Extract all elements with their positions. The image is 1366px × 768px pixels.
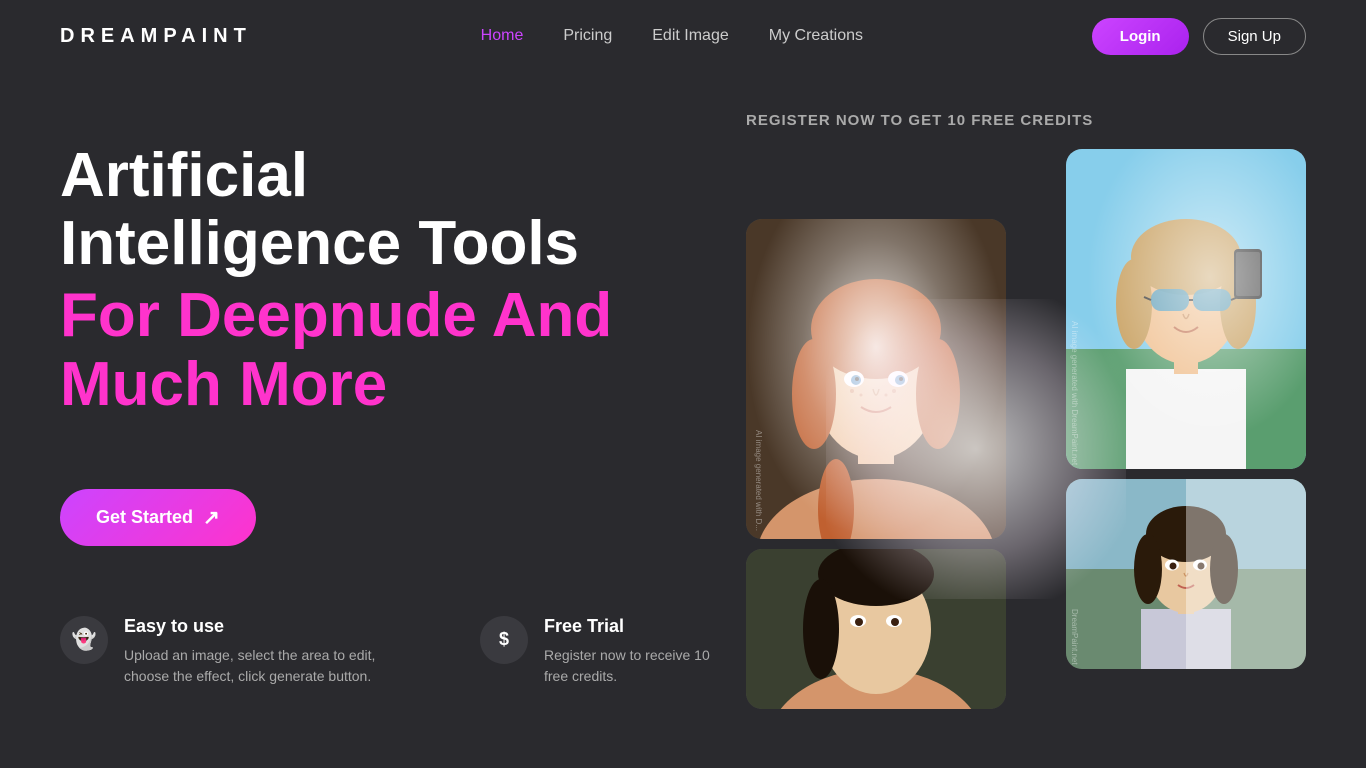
nav-link-edit-image[interactable]: Edit Image [652,27,728,44]
center-image-svg [746,219,1006,539]
nav-link-my-creations[interactable]: My Creations [769,27,863,44]
bottom-center-image-svg [746,549,1006,709]
nav-link-home[interactable]: Home [481,27,524,44]
watermark-bottom-right: DreamPaint.net [1070,609,1079,665]
watermark-top-right: AI image generated with DreamPaint.net [1070,321,1079,465]
ghost-icon: 👻 [60,616,108,664]
top-right-image-svg [1066,149,1306,469]
arrow-icon: ↗ [203,505,220,530]
nav-link-pricing[interactable]: Pricing [563,27,612,44]
image-card-top-right: AI image generated with DreamPaint.net [1066,149,1306,469]
nav-item-pricing[interactable]: Pricing [563,27,612,45]
get-started-button[interactable]: Get Started ↗ [60,489,256,546]
login-button[interactable]: Login [1092,18,1189,55]
hero-title-main: Artificial Intelligence Tools [60,142,726,278]
hero-title-highlight: For Deepnude And Much More [60,282,726,418]
image-card-bottom-right: DreamPaint.net [1066,479,1306,669]
feature-easy-desc: Upload an image, select the area to edit… [124,645,400,687]
bottom-right-image-svg [1066,479,1306,669]
feature-free-trial: $ Free Trial Register now to receive 10 … [480,616,726,687]
hero-section: Artificial Intelligence Tools For Deepnu… [0,72,1366,768]
signup-button[interactable]: Sign Up [1203,18,1306,55]
watermark-center: AI image generated with D... [750,426,767,535]
register-banner: REGISTER NOW TO GET 10 FREE CREDITS [746,112,1306,129]
features-section: 👻 Easy to use Upload an image, select th… [60,616,726,687]
nav-item-home[interactable]: Home [481,27,524,45]
feature-trial-title: Free Trial [544,616,726,637]
nav-auth: Login Sign Up [1092,18,1306,55]
dollar-icon: $ [480,616,528,664]
navbar: DREAMPAINT Home Pricing Edit Image My Cr… [0,0,1366,72]
feature-easy-to-use: 👻 Easy to use Upload an image, select th… [60,616,400,687]
image-card-center: AI image generated with D... [746,219,1006,539]
logo: DREAMPAINT [60,25,252,48]
hero-right: REGISTER NOW TO GET 10 FREE CREDITS [726,112,1306,768]
nav-links: Home Pricing Edit Image My Creations [481,27,863,45]
images-container: AI image generated with D... [726,149,1306,709]
nav-item-edit-image[interactable]: Edit Image [652,27,728,45]
feature-easy-title: Easy to use [124,616,400,637]
feature-trial-desc: Register now to receive 10 free credits. [544,645,726,687]
hero-left: Artificial Intelligence Tools For Deepnu… [60,112,726,768]
image-card-bottom [746,549,1006,709]
nav-item-my-creations[interactable]: My Creations [769,27,863,45]
